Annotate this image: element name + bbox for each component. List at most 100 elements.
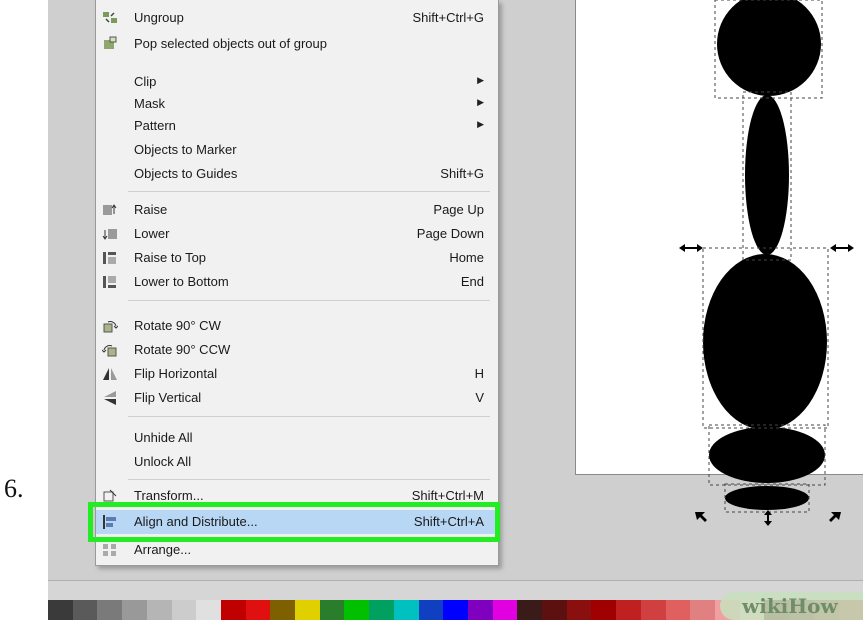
palette-swatch[interactable] xyxy=(295,600,320,620)
lower-to-bottom-icon xyxy=(103,276,116,288)
menu-item-shortcut: Page Down xyxy=(416,226,484,241)
menu-item-label: Arrange... xyxy=(134,542,192,557)
body-ellipse-shape xyxy=(703,254,827,430)
menu-item-label: Raise xyxy=(134,202,168,217)
submenu-arrow-icon: ▶ xyxy=(477,97,484,107)
ungroup-icon xyxy=(103,12,117,23)
palette-swatch[interactable] xyxy=(196,600,221,620)
menu-item-lower-to-bottom[interactable]: Lower to Bottom End xyxy=(96,270,498,294)
lower-icon xyxy=(102,229,117,240)
palette-swatch[interactable] xyxy=(616,600,641,620)
submenu-arrow-icon: ▶ xyxy=(477,75,484,85)
menu-item-label: Flip Horizontal xyxy=(134,366,218,381)
rotate-ccw-icon xyxy=(102,345,117,357)
palette-swatch[interactable] xyxy=(418,600,444,620)
menu-item-rotate-ccw[interactable]: Rotate 90° CCW xyxy=(96,338,498,362)
handle-left-arrow-icon xyxy=(679,244,703,252)
palette-swatch[interactable] xyxy=(566,600,592,620)
menu-item-label: Rotate 90° CCW xyxy=(134,342,231,357)
rotate-cw-icon xyxy=(103,321,118,333)
palette-swatch[interactable] xyxy=(467,600,493,620)
menu-item-shortcut: Shift+Ctrl+G xyxy=(412,10,484,25)
menu-item-label: Unlock All xyxy=(134,454,192,469)
palette-swatch[interactable] xyxy=(690,600,715,620)
palette-swatch[interactable] xyxy=(591,600,617,620)
palette-swatch[interactable] xyxy=(542,600,567,620)
palette-swatch[interactable] xyxy=(146,600,172,620)
handle-bottom-left-icon xyxy=(695,512,707,522)
menu-item-label: Objects to Marker xyxy=(134,142,237,157)
arrange-icon xyxy=(103,544,116,556)
palette-swatch[interactable] xyxy=(492,600,518,620)
menu-item-label: Lower xyxy=(134,226,170,241)
menu-item-label: Raise to Top xyxy=(134,250,207,265)
palette-swatch[interactable] xyxy=(640,600,666,620)
palette-swatch[interactable] xyxy=(48,600,73,620)
menu-item-label: Pattern xyxy=(134,118,176,133)
pop-out-icon xyxy=(104,36,117,49)
menu-item-label: Pop selected objects out of group xyxy=(134,36,327,51)
menu-item-pop-out-of-group[interactable]: Pop selected objects out of group xyxy=(96,32,498,56)
base-ellipse-shape xyxy=(709,427,825,483)
menu-item-label: Ungroup xyxy=(134,10,184,25)
palette-swatch[interactable] xyxy=(220,600,246,620)
menu-item-label: Flip Vertical xyxy=(134,390,202,405)
palette-swatch[interactable] xyxy=(393,600,419,620)
menu-item-clip[interactable]: Clip ▶ xyxy=(96,70,498,94)
menu-item-objects-to-guides[interactable]: Objects to Guides Shift+G xyxy=(96,162,498,186)
foot-ellipse-shape xyxy=(725,486,809,510)
palette-swatch[interactable] xyxy=(171,600,197,620)
object-menu: Ungroup Shift+Ctrl+G Pop selected object… xyxy=(95,0,499,566)
menu-item-shortcut: H xyxy=(474,366,484,381)
menu-item-label: Lower to Bottom xyxy=(134,274,229,289)
menu-item-shortcut: V xyxy=(475,390,484,405)
menu-item-raise[interactable]: Raise Page Up xyxy=(96,198,498,222)
palette-swatch[interactable] xyxy=(369,600,394,620)
menu-item-unhide-all[interactable]: Unhide All xyxy=(96,426,498,450)
palette-swatch[interactable] xyxy=(344,600,370,620)
menu-item-flip-vertical[interactable]: Flip Vertical V xyxy=(96,386,498,410)
flip-vertical-icon xyxy=(104,391,116,405)
menu-item-shortcut: Home xyxy=(449,250,484,265)
step-number: 6. xyxy=(4,474,24,503)
menu-separator xyxy=(128,191,490,192)
menu-item-unlock-all[interactable]: Unlock All xyxy=(96,450,498,474)
palette-swatch[interactable] xyxy=(517,600,543,620)
menu-item-rotate-cw[interactable]: Rotate 90° CW xyxy=(96,314,498,338)
menu-item-label: Clip xyxy=(134,74,157,89)
menu-item-flip-horizontal[interactable]: Flip Horizontal H xyxy=(96,362,498,386)
neck-ellipse-shape xyxy=(745,95,789,255)
menu-separator xyxy=(128,300,490,301)
handle-bottom-right-icon xyxy=(829,512,841,522)
menu-item-pattern[interactable]: Pattern ▶ xyxy=(96,114,498,138)
palette-swatch[interactable] xyxy=(245,600,271,620)
handle-right-arrow-icon xyxy=(830,244,854,252)
palette-swatch[interactable] xyxy=(665,600,691,620)
palette-swatch[interactable] xyxy=(122,600,147,620)
menu-item-lower[interactable]: Lower Page Down xyxy=(96,222,498,246)
raise-to-top-icon xyxy=(103,252,116,264)
palette-swatch[interactable] xyxy=(443,600,468,620)
menu-item-ungroup[interactable]: Ungroup Shift+Ctrl+G xyxy=(96,6,498,30)
palette-swatch[interactable] xyxy=(319,600,345,620)
palette-swatch[interactable] xyxy=(72,600,98,620)
callout-highlight-box xyxy=(88,502,500,542)
menu-item-shortcut: Shift+G xyxy=(440,166,484,181)
menu-separator xyxy=(128,479,490,480)
canvas-drawing[interactable] xyxy=(575,0,863,580)
menu-item-mask[interactable]: Mask ▶ xyxy=(96,92,498,116)
menu-item-label: Rotate 90° CW xyxy=(134,318,221,333)
raise-icon xyxy=(103,204,117,215)
palette-swatch[interactable] xyxy=(97,600,123,620)
menu-item-label: Transform... xyxy=(134,488,204,503)
menu-item-objects-to-marker[interactable]: Objects to Marker xyxy=(96,138,498,162)
menu-item-label: Unhide All xyxy=(134,430,193,445)
watermark-text: wikiHow xyxy=(742,594,838,618)
submenu-arrow-icon: ▶ xyxy=(477,119,484,129)
menu-item-shortcut: Shift+Ctrl+M xyxy=(411,488,484,503)
flip-horizontal-icon xyxy=(103,368,117,380)
menu-item-label: Objects to Guides xyxy=(134,166,238,181)
menu-item-raise-to-top[interactable]: Raise to Top Home xyxy=(96,246,498,270)
palette-swatch[interactable] xyxy=(270,600,296,620)
menu-item-shortcut: End xyxy=(460,274,484,289)
